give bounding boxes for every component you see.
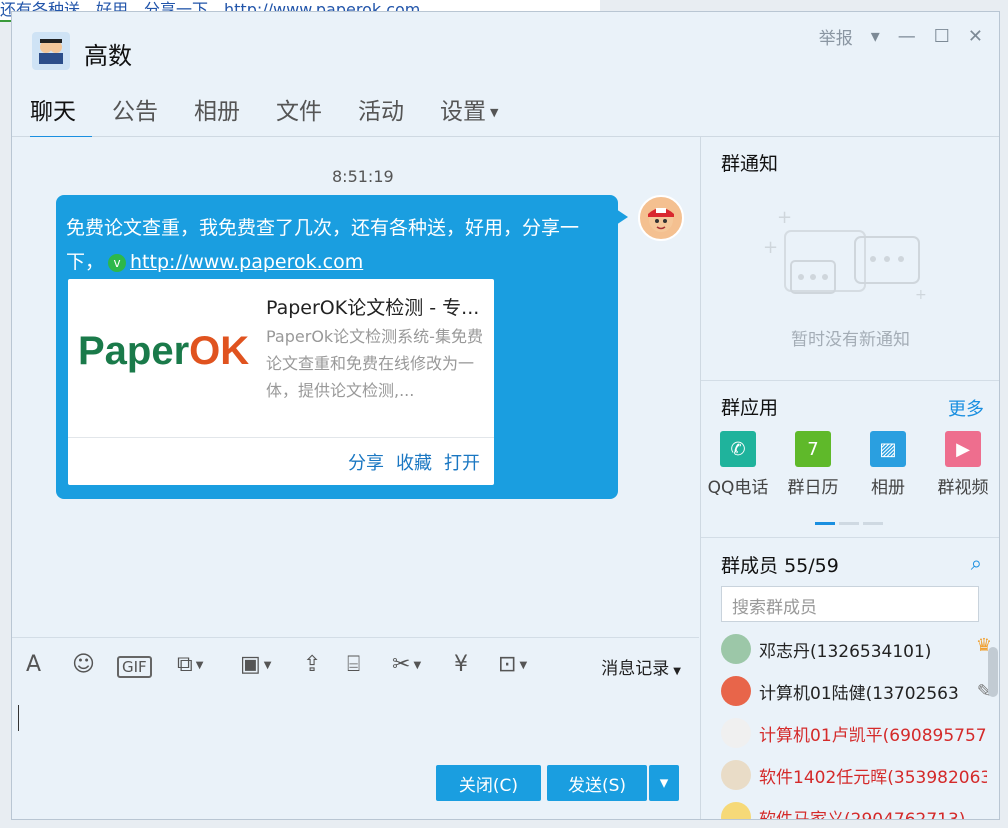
bubble-tail: [616, 209, 628, 225]
message-link[interactable]: http://www.paperok.com: [130, 251, 363, 273]
picture-icon: ▨: [870, 431, 906, 467]
member-item[interactable]: 软件1402任元晖(353982063): [721, 755, 987, 795]
tab-settings[interactable]: 设置 ▼: [440, 92, 514, 139]
avatar: [721, 802, 751, 819]
app-group-video[interactable]: ▶ 群视频: [928, 431, 998, 498]
chat-area[interactable]: 8:51:19 免费论文查重，我免费查了几次，还有各种送，好用，分享一下， v ht…: [12, 137, 699, 637]
member-item[interactable]: 计算机01陆健(13702563: [721, 671, 987, 711]
message-text: 免费论文查重，我免费查了几次，还有各种送，好用，分享一下， v http://www…: [66, 211, 611, 279]
card-divider: [68, 437, 494, 438]
group-chat-window: 高数 举报 ▾ — ☐ ✕ 聊天 公告 相册 文件 活动 设置 ▼ 8:51:19…: [11, 11, 1000, 820]
group-avatar[interactable]: [32, 32, 70, 70]
tab-settings-label: 设置: [440, 99, 486, 125]
menu-chevron-icon[interactable]: ▾: [871, 26, 880, 47]
input-toolbar: A ☺ GIF ⧉ ▼ ▣ ▼ ⇪ ⌸ ✂ ▼ ¥ ⊡ ▼ 消息记录 ▼: [12, 637, 699, 694]
close-button[interactable]: 关闭(C): [436, 765, 541, 801]
card-title[interactable]: PaperOK论文检测 - 专...: [266, 293, 484, 320]
card-actions: 分享 收藏 打开: [348, 449, 480, 475]
member-item[interactable]: 计算机01卢凯平(690895757): [721, 713, 987, 753]
svg-text:+: +: [777, 207, 792, 228]
message-bubble[interactable]: 免费论文查重，我免费查了几次，还有各种送，好用，分享一下， v http://www…: [56, 195, 618, 499]
red-packet-icon[interactable]: ¥: [454, 652, 468, 677]
gift-icon[interactable]: ⌸: [347, 652, 360, 677]
avatar: [721, 634, 751, 664]
link-preview-card[interactable]: PaperOK PaperOK论文检测 - 专... PaperOk论文检测系统…: [68, 279, 494, 485]
verified-icon: v: [108, 253, 127, 272]
card-description: PaperOk论文检测系统-集免费论文查重和免费在线修改为一体，提供论文检测,.…: [266, 327, 483, 400]
qq-user-avatar-icon: [648, 208, 674, 232]
window-controls: 举报 ▾ — ☐ ✕: [819, 24, 983, 49]
svg-text:+: +: [763, 237, 778, 258]
message-timestamp: 8:51:19: [332, 167, 394, 186]
favorite-link[interactable]: 收藏: [396, 449, 432, 475]
members-count: 55/59: [784, 555, 839, 577]
right-panel: 群通知 + + + 暂时没有新通知 群应用 更多 ✆ QQ电话 7 群日历 ▨ …: [700, 137, 999, 819]
group-avatar-icon: [39, 39, 63, 64]
empty-notice-illustration: + + +: [763, 207, 927, 303]
message-history-button[interactable]: 消息记录 ▼: [601, 654, 681, 679]
avatar: [721, 676, 751, 706]
avatar: [721, 718, 751, 748]
members-title: 群成员 55/59: [721, 555, 839, 577]
chevron-down-icon: ▼: [673, 666, 681, 677]
avatar: [721, 760, 751, 790]
pager-dot[interactable]: [839, 522, 859, 525]
tab-announcement[interactable]: 公告: [112, 92, 174, 139]
share-link[interactable]: 分享: [348, 449, 384, 475]
tab-files[interactable]: 文件: [276, 92, 338, 139]
apps-more-link[interactable]: 更多: [948, 395, 984, 421]
sender-avatar[interactable]: [638, 195, 684, 241]
notice-empty-text: 暂时没有新通知: [791, 330, 910, 350]
window-title: 高数: [84, 42, 132, 70]
message-input[interactable]: 关闭(C) 发送(S) ▾: [12, 693, 699, 819]
pager-dot[interactable]: [863, 522, 883, 525]
tab-bar: 聊天 公告 相册 文件 活动 设置 ▼: [30, 92, 534, 139]
close-window-button[interactable]: ✕: [968, 26, 983, 47]
send-options-button[interactable]: ▾: [649, 765, 679, 801]
paperok-logo: PaperOK: [78, 329, 250, 373]
app-group-calendar[interactable]: 7 群日历: [778, 431, 848, 498]
chat-option-icon[interactable]: ⊡ ▼: [498, 652, 527, 677]
divider: [701, 380, 999, 381]
font-icon[interactable]: A: [26, 652, 41, 677]
tab-chat[interactable]: 聊天: [30, 92, 92, 139]
tab-activities[interactable]: 活动: [358, 92, 420, 139]
phone-icon: ✆: [720, 431, 756, 467]
minimize-button[interactable]: —: [898, 26, 916, 47]
scissors-icon[interactable]: ✂ ▼: [392, 652, 421, 677]
emoji-icon[interactable]: ☺: [72, 652, 95, 677]
apps-title: 群应用: [721, 397, 779, 419]
pager-dot[interactable]: [815, 522, 835, 525]
tab-album[interactable]: 相册: [194, 92, 256, 139]
calendar-icon: 7: [795, 431, 831, 467]
app-qq-call[interactable]: ✆ QQ电话: [703, 431, 773, 498]
image-icon[interactable]: ▣ ▼: [240, 652, 272, 677]
send-button[interactable]: 发送(S): [547, 765, 647, 801]
maximize-button[interactable]: ☐: [934, 26, 950, 47]
screenshot-icon[interactable]: ⧉ ▼: [177, 652, 203, 677]
report-button[interactable]: 举报: [819, 24, 853, 49]
gif-icon[interactable]: GIF: [117, 656, 152, 678]
open-link[interactable]: 打开: [444, 449, 480, 475]
member-search-input[interactable]: 搜索群成员: [721, 586, 979, 622]
chevron-down-icon: ▼: [490, 106, 499, 119]
text-cursor: [18, 705, 19, 731]
member-scrollbar[interactable]: [988, 647, 998, 697]
video-icon: ▶: [945, 431, 981, 467]
upload-icon[interactable]: ⇪: [303, 652, 321, 677]
apps-pager: [815, 522, 883, 525]
member-item[interactable]: 邓志丹(1326534101): [721, 629, 987, 669]
search-icon[interactable]: ⌕: [971, 551, 982, 575]
member-item[interactable]: 软件马家义(2904762713): [721, 797, 987, 819]
window-header: 高数 举报 ▾ — ☐ ✕ 聊天 公告 相册 文件 活动 设置 ▼: [12, 12, 999, 139]
notice-title: 群通知: [721, 153, 779, 175]
divider: [701, 537, 999, 538]
svg-text:+: +: [915, 287, 927, 303]
app-album[interactable]: ▨ 相册: [853, 431, 923, 498]
